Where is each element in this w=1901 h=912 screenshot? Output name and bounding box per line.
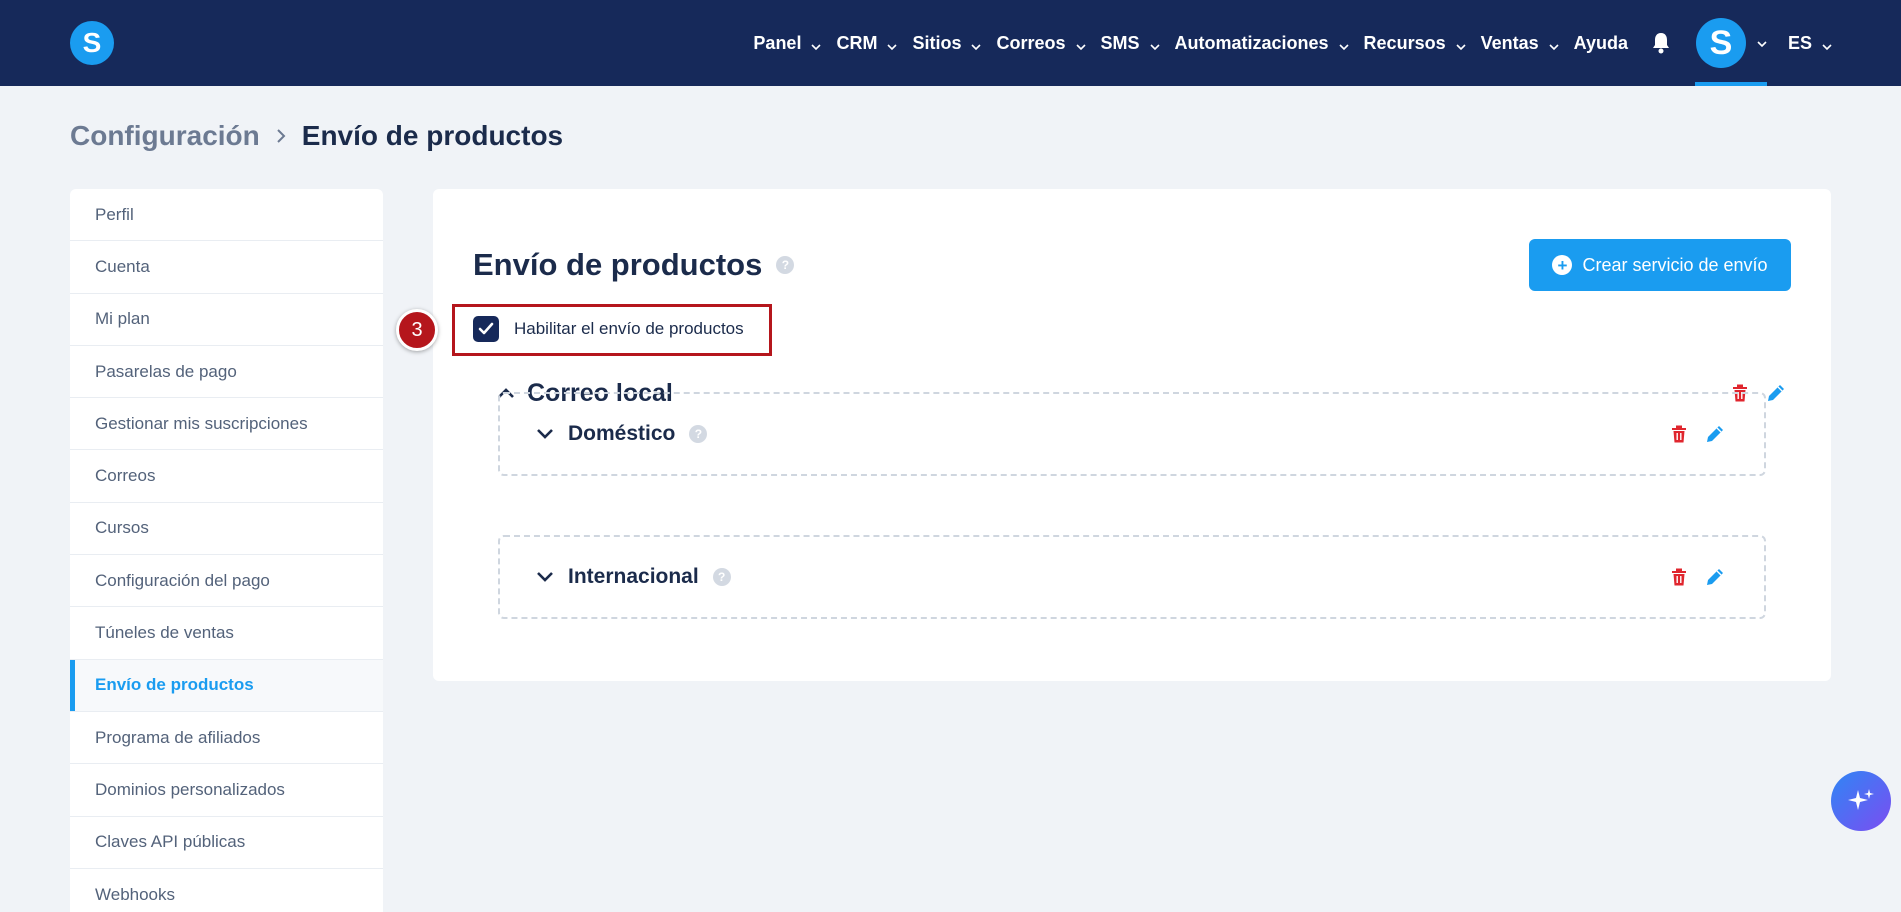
sidebar-item-perfil[interactable]: Perfil <box>70 189 383 242</box>
language-selector[interactable]: ES <box>1788 33 1833 54</box>
zone-internacional[interactable]: Internacional ? <box>498 535 1766 619</box>
nav-sms[interactable]: SMS <box>1101 33 1161 54</box>
trash-icon[interactable] <box>1668 566 1690 588</box>
chevron-down-icon <box>810 37 822 51</box>
pencil-icon[interactable] <box>1704 423 1726 445</box>
chevron-down-icon[interactable] <box>536 428 554 440</box>
nav-crm-label: CRM <box>836 32 878 53</box>
create-shipping-service-button[interactable]: + Crear servicio de envío <box>1529 239 1791 291</box>
nav-crm[interactable]: CRM <box>836 33 898 54</box>
top-navbar: S Panel CRM Sitios Correos SMS Automatiz… <box>0 0 1901 86</box>
zone-actions <box>1654 423 1726 445</box>
plus-circle-icon: + <box>1552 255 1573 275</box>
pencil-icon[interactable] <box>1765 382 1787 404</box>
sidebar-item-correos[interactable]: Correos <box>70 450 383 503</box>
sidebar-item-envio-productos[interactable]: Envío de productos <box>70 659 383 712</box>
help-glyph: ? <box>718 570 726 584</box>
pencil-icon[interactable] <box>1704 566 1726 588</box>
breadcrumb-parent[interactable]: Configuración <box>70 120 260 152</box>
nav-automatizaciones-label: Automatizaciones <box>1174 32 1329 53</box>
user-menu[interactable]: S <box>1694 0 1768 86</box>
active-indicator <box>1694 82 1767 86</box>
sidebar-item-suscripciones[interactable]: Gestionar mis suscripciones <box>70 398 383 451</box>
sidebar-item-tuneles[interactable]: Túneles de ventas <box>70 607 383 660</box>
avatar[interactable]: S <box>1695 18 1746 68</box>
nav-sitios-label: Sitios <box>912 32 962 53</box>
settings-sidebar: Perfil Cuenta Mi plan Pasarelas de pago … <box>70 189 383 912</box>
trash-icon[interactable] <box>1668 423 1690 445</box>
help-icon[interactable]: ? <box>776 256 795 274</box>
sparkles-icon <box>1848 789 1874 810</box>
annotation-highlight <box>452 304 772 356</box>
create-button-label: Crear servicio de envío <box>1582 254 1768 275</box>
chevron-down-icon <box>1455 37 1467 51</box>
bell-icon[interactable] <box>1650 31 1672 55</box>
logo-letter: S <box>82 27 102 58</box>
nav-recursos[interactable]: Recursos <box>1364 33 1467 54</box>
help-glyph: ? <box>694 427 703 441</box>
step-number: 3 <box>411 318 423 341</box>
chevron-down-icon <box>1756 37 1768 49</box>
page-title: Envío de productos <box>301 120 564 151</box>
ai-assistant-button[interactable] <box>1831 771 1891 831</box>
nav-panel[interactable]: Panel <box>753 33 822 54</box>
chevron-down-icon <box>1149 37 1161 51</box>
nav-panel-label: Panel <box>753 32 802 53</box>
nav-ayuda[interactable]: Ayuda <box>1574 33 1628 54</box>
nav-correos[interactable]: Correos <box>996 33 1086 54</box>
sidebar-item-mi-plan[interactable]: Mi plan <box>70 294 383 346</box>
help-icon[interactable]: ? <box>712 568 731 586</box>
nav-automatizaciones[interactable]: Automatizaciones <box>1175 33 1350 54</box>
sidebar-item-cuenta[interactable]: Cuenta <box>70 241 383 294</box>
nav-ayuda-label: Ayuda <box>1573 32 1628 53</box>
sidebar-item-pasarelas[interactable]: Pasarelas de pago <box>70 346 383 399</box>
nav-sms-label: SMS <box>1100 32 1140 53</box>
card-title-text: Envío de productos <box>473 247 763 282</box>
chevron-down-icon <box>1075 37 1087 51</box>
zone-domestico[interactable]: Doméstico ? <box>498 392 1766 476</box>
language-label: ES <box>1787 32 1812 53</box>
chevron-down-icon <box>1338 37 1350 51</box>
sidebar-item-dominios[interactable]: Dominios personalizados <box>70 764 383 817</box>
sidebar-item-claves-api[interactable]: Claves API públicas <box>70 817 383 869</box>
shipping-card: Envío de productos ? + Crear servicio de… <box>433 189 1831 681</box>
sidebar-item-afiliados[interactable]: Programa de afiliados <box>70 712 383 765</box>
chevron-down-icon <box>1548 37 1560 51</box>
chevron-down-icon <box>1821 37 1833 51</box>
app-logo[interactable]: S <box>70 21 114 65</box>
help-glyph: ? <box>781 258 790 272</box>
nav-ventas[interactable]: Ventas <box>1481 33 1560 54</box>
zone-actions <box>1654 566 1726 588</box>
zone-name: Internacional <box>568 565 699 588</box>
sidebar-item-webhooks[interactable]: Webhooks <box>70 869 383 912</box>
chevron-down-icon[interactable] <box>536 571 554 583</box>
annotation-step-badge: 3 <box>396 309 438 351</box>
help-icon[interactable]: ? <box>689 425 708 443</box>
zone-name: Doméstico <box>568 422 676 445</box>
avatar-letter: S <box>1709 23 1733 62</box>
main-nav: Panel CRM Sitios Correos SMS Automatizac… <box>739 0 1833 86</box>
sidebar-item-config-pago[interactable]: Configuración del pago <box>70 555 383 608</box>
nav-ventas-label: Ventas <box>1480 32 1539 53</box>
chevron-right-icon <box>274 127 288 145</box>
card-title: Envío de productos ? <box>473 247 795 283</box>
nav-correos-label: Correos <box>996 32 1066 53</box>
breadcrumb: Configuración Envío de productos <box>70 120 563 152</box>
nav-recursos-label: Recursos <box>1363 32 1446 53</box>
sidebar-item-cursos[interactable]: Cursos <box>70 503 383 556</box>
chevron-down-icon <box>970 37 982 51</box>
nav-sitios[interactable]: Sitios <box>912 33 982 54</box>
chevron-down-icon <box>886 37 898 51</box>
